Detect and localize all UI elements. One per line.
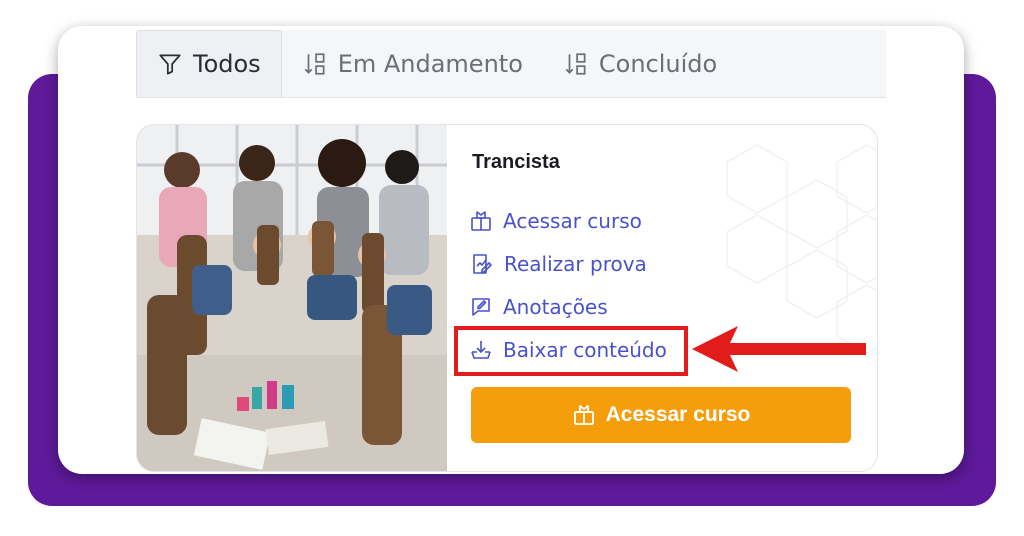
access-course-button[interactable]: Acessar curso xyxy=(471,387,851,443)
exam-icon xyxy=(473,254,492,274)
tab-label: Todos xyxy=(193,50,261,78)
cta-label: Acessar curso xyxy=(605,403,751,426)
sort-icon xyxy=(565,52,586,75)
tab-concluido[interactable]: Concluído xyxy=(543,30,737,97)
filter-tabs: Todos Em Andamento Concluído xyxy=(136,30,886,98)
tab-label: Concluído xyxy=(598,49,718,78)
action-label: Anotações xyxy=(503,295,608,319)
action-label: Acessar curso xyxy=(503,209,642,233)
take-exam-link[interactable]: Realizar prova xyxy=(470,252,647,276)
course-title: Trancista xyxy=(472,151,560,173)
arrow-left-icon xyxy=(692,326,866,372)
notes-icon xyxy=(472,298,490,316)
book-open-icon xyxy=(471,211,491,231)
book-open-icon xyxy=(573,405,594,425)
sort-icon xyxy=(304,52,325,75)
highlight-annotation xyxy=(454,326,688,376)
course-card: Trancista Acessar curso Realizar prova A… xyxy=(136,124,878,472)
course-photo-illustration xyxy=(137,125,447,471)
tab-todos[interactable]: Todos xyxy=(136,30,282,97)
screenshot-frame: Todos Em Andamento Concluído Trancista A… xyxy=(58,26,964,474)
action-label: Realizar prova xyxy=(504,252,647,276)
course-thumbnail xyxy=(137,125,447,471)
access-course-link[interactable]: Acessar curso xyxy=(469,209,642,233)
notes-link[interactable]: Anotações xyxy=(469,295,608,319)
filter-icon xyxy=(159,54,181,75)
tab-label: Em Andamento xyxy=(337,49,523,78)
tab-em-andamento[interactable]: Em Andamento xyxy=(282,30,543,97)
